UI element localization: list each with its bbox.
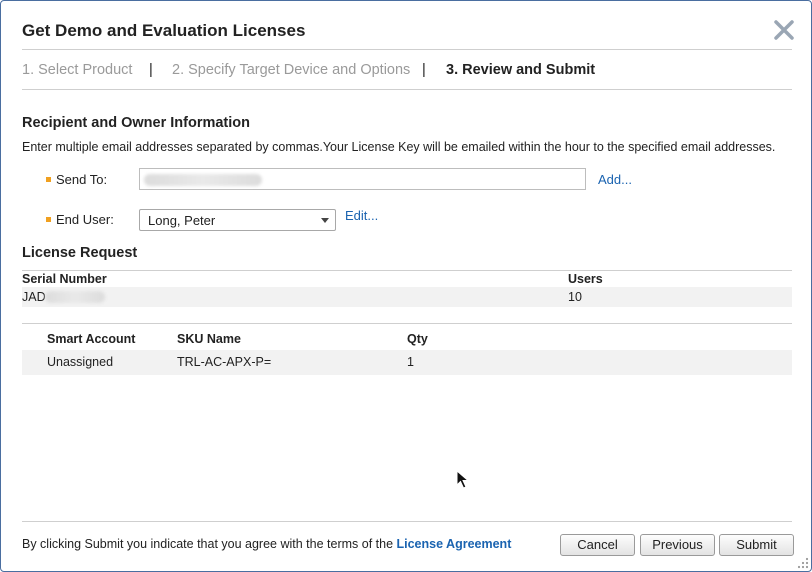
smart-account-value: Unassigned [47, 355, 114, 369]
step-review-submit: 3. Review and Submit [446, 62, 596, 78]
agreement-prefix: By clicking Submit you indicate that you… [22, 537, 397, 551]
dialog-title: Get Demo and Evaluation Licenses [22, 21, 306, 40]
send-to-label: Send To: [56, 172, 108, 187]
step-specify-target[interactable]: 2. Specify Target Device and Options [172, 62, 410, 78]
cancel-button[interactable]: Cancel [560, 534, 635, 556]
table-row [22, 287, 792, 307]
step-select-product[interactable]: 1. Select Product [22, 62, 132, 78]
close-icon [774, 20, 794, 40]
column-serial-number: Serial Number [22, 272, 107, 286]
column-qty: Qty [407, 332, 428, 346]
mouse-cursor-icon [456, 470, 470, 489]
qty-value: 1 [407, 355, 414, 369]
column-sku-name: SKU Name [177, 332, 241, 346]
send-to-input[interactable] [139, 168, 586, 190]
license-dialog: Get Demo and Evaluation Licenses 1. Sele… [0, 0, 812, 572]
sku-table-divider [22, 323, 792, 324]
add-link[interactable]: Add... [598, 172, 632, 187]
end-user-value: Long, Peter [148, 213, 216, 228]
chevron-down-icon [321, 218, 329, 223]
end-user-label: End User: [56, 212, 114, 227]
end-user-select[interactable]: Long, Peter [139, 209, 336, 231]
license-request-heading: License Request [22, 245, 138, 261]
edit-link[interactable]: Edit... [345, 208, 378, 223]
previous-button[interactable]: Previous [640, 534, 715, 556]
step-separator: | [422, 62, 426, 78]
recipient-description: Enter multiple email addresses separated… [22, 140, 776, 154]
license-agreement-link[interactable]: License Agreement [397, 537, 512, 551]
step-separator: | [149, 62, 153, 78]
resize-grip-icon[interactable] [796, 556, 810, 570]
required-marker [46, 177, 51, 182]
footer-divider [22, 521, 792, 522]
users-value: 10 [568, 290, 582, 304]
agreement-text: By clicking Submit you indicate that you… [22, 537, 511, 551]
column-smart-account: Smart Account [47, 332, 136, 346]
recipient-heading: Recipient and Owner Information [22, 115, 250, 131]
column-users: Users [568, 272, 603, 286]
serial-number-value: JAD [22, 290, 46, 304]
close-button[interactable] [771, 17, 797, 43]
sku-name-value: TRL-AC-APX-P= [177, 355, 272, 369]
steps-divider [22, 89, 792, 90]
serial-number-redacted [45, 291, 105, 303]
license-table-divider [22, 270, 792, 271]
submit-button[interactable]: Submit [719, 534, 794, 556]
title-divider [22, 49, 792, 50]
send-to-value-redacted [144, 174, 262, 186]
required-marker [46, 217, 51, 222]
